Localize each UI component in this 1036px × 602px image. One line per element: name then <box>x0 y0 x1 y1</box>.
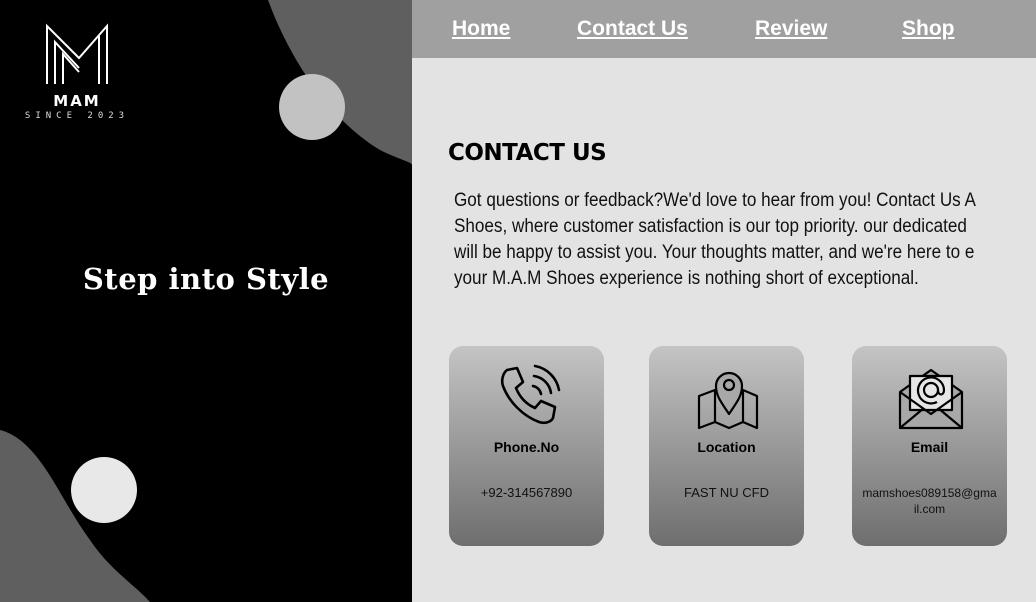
top-nav: Home Contact Us Review Shop <box>412 0 1036 58</box>
description-line: Got questions or feedback?We'd love to h… <box>454 190 976 211</box>
location-card[interactable]: Location FAST NU CFD <box>649 346 804 546</box>
location-card-value: FAST NU CFD <box>684 485 769 500</box>
brand-logo[interactable]: MAM SINCE 2023 <box>18 22 136 121</box>
nav-link-home[interactable]: Home <box>452 17 510 41</box>
location-map-icon <box>697 371 759 430</box>
hero-panel: MAM SINCE 2023 Step into Style <box>0 0 412 602</box>
nav-link-review[interactable]: Review <box>755 17 827 41</box>
phone-icon <box>500 364 561 425</box>
hero-tagline: Step into Style <box>82 262 330 296</box>
brand-name: MAM <box>53 92 101 110</box>
brand-since: SINCE 2023 <box>24 111 130 121</box>
phone-card-value: +92-314567890 <box>480 485 573 500</box>
description-line: Shoes, where customer satisfaction is ou… <box>454 216 967 237</box>
mam-logo-icon <box>46 23 108 84</box>
contact-panel: Home Contact Us Review Shop CONTACT US G… <box>412 0 1036 602</box>
contact-description: Got questions or feedback?We'd love to h… <box>454 188 1036 292</box>
email-envelope-icon <box>898 368 964 430</box>
description-line: will be happy to assist you. Your though… <box>454 242 975 263</box>
email-card-title: Email <box>910 439 949 455</box>
contact-title: CONTACT US <box>448 140 607 166</box>
location-card-title: Location <box>697 439 756 455</box>
description-line: your M.A.M Shoes experience is nothing s… <box>454 268 919 289</box>
email-card-value: mamshoes089158@gmail.com <box>862 486 997 516</box>
nav-link-contact-us[interactable]: Contact Us <box>577 17 688 41</box>
nav-link-shop[interactable]: Shop <box>902 17 955 41</box>
phone-card-title: Phone.No <box>493 439 560 455</box>
phone-card[interactable]: Phone.No +92-314567890 <box>449 346 604 546</box>
email-card[interactable]: Email mamshoes089158@gmail.com <box>852 346 1007 546</box>
